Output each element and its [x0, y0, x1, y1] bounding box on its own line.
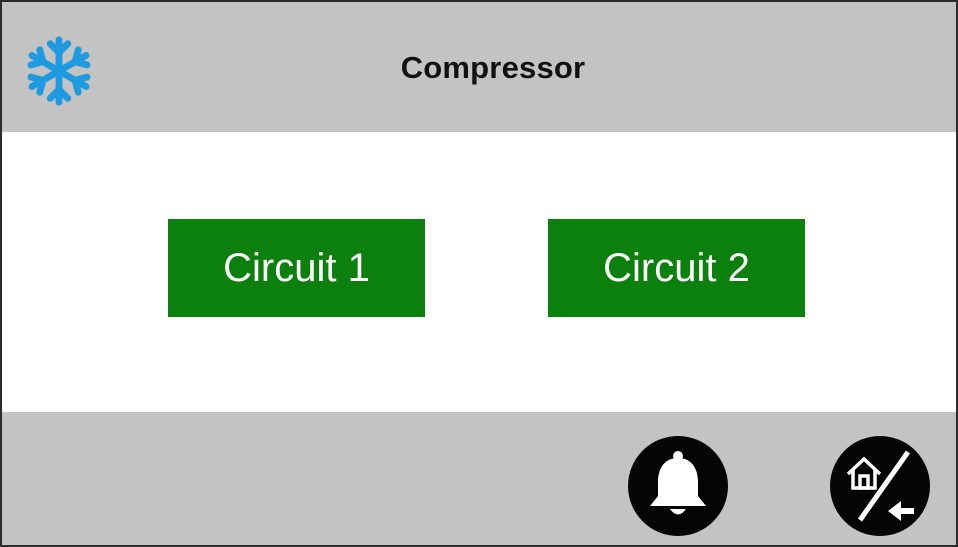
header-bar: Compressor — [2, 2, 956, 132]
compressor-screen: Compressor Circuit 1 Circuit 2 — [0, 0, 958, 547]
circuit-selection-area: Circuit 1 Circuit 2 — [2, 132, 956, 412]
home-back-button[interactable] — [830, 436, 930, 536]
page-title: Compressor — [400, 50, 586, 85]
alarm-button[interactable] — [628, 436, 728, 536]
circuit-1-button[interactable]: Circuit 1 — [168, 219, 425, 317]
bell-icon — [628, 436, 728, 536]
home-back-icon — [830, 436, 930, 536]
footer-bar — [2, 412, 956, 545]
circuit-2-button[interactable]: Circuit 2 — [548, 219, 805, 317]
